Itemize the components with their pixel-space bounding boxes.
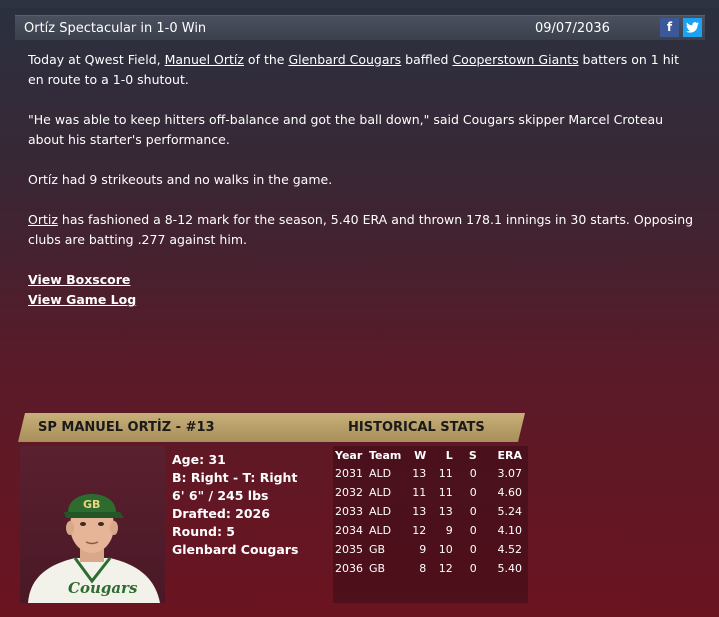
article-body: Today at Qwest Field, Manuel Ortíz of th… (28, 50, 698, 310)
historical-stats-table: Year Team W L S ERA 2031 ALD 13 11 0 3.0… (333, 446, 528, 603)
player-age: Age: 31 (172, 452, 226, 467)
twitter-icon[interactable] (683, 18, 702, 37)
player-link-2[interactable]: Ortiz (28, 212, 58, 227)
stats-header-row: Year Team W L S ERA (333, 446, 528, 464)
news-header: Ortíz Spectacular in 1-0 Win 09/07/2036 … (15, 15, 705, 40)
player-portrait-image: Cougars GB (28, 494, 160, 603)
stats-row: 2032 ALD 11 11 0 4.60 (335, 486, 522, 499)
player-team: Glenbard Cougars (172, 542, 299, 557)
facebook-icon[interactable]: f (660, 18, 679, 37)
stats-row: 2034 ALD 12 9 0 4.10 (335, 524, 522, 537)
player-drafted: Drafted: 2026 (172, 506, 270, 521)
team-link[interactable]: Glenbard Cougars (288, 52, 401, 67)
col-l: L (445, 448, 453, 462)
article-date: 09/07/2036 (535, 21, 610, 36)
stats-row: 2031 ALD 13 11 0 3.07 (335, 467, 522, 480)
player-height-weight: 6' 6" / 245 lbs (172, 488, 269, 503)
jersey-text: Cougars (68, 579, 138, 597)
stats-row: 2035 GB 9 10 0 4.52 (335, 543, 522, 556)
player-bats-throws: B: Right - T: Right (172, 470, 298, 485)
view-boxscore-link[interactable]: View Boxscore (28, 270, 698, 290)
col-w: W (414, 448, 427, 462)
player-card-header: SP MANUEL ORTİZ - #13 HISTORICAL STATS (18, 413, 525, 442)
paragraph-4: Ortiz has fashioned a 8-12 mark for the … (28, 212, 694, 247)
paragraph-2: "He was able to keep hitters off-balance… (28, 112, 664, 147)
col-s: S (468, 448, 477, 462)
paragraph-3: Ortíz had 9 strikeouts and no walks in t… (28, 172, 333, 187)
historical-stats-title: HISTORICAL STATS (348, 420, 485, 435)
article-links: View Boxscore View Game Log (28, 270, 698, 310)
stats-row: 2036 GB 8 12 0 5.40 (335, 562, 522, 575)
stats-row: 2033 ALD 13 13 0 5.24 (335, 505, 522, 518)
player-round: Round: 5 (172, 524, 236, 539)
cap-logo: GB (83, 498, 100, 511)
player-name-header: SP MANUEL ORTİZ - #13 (38, 420, 215, 435)
window-top-border (0, 0, 719, 8)
view-game-log-link[interactable]: View Game Log (28, 290, 698, 310)
headline: Ortíz Spectacular in 1-0 Win (24, 21, 207, 36)
col-team: Team (369, 448, 402, 462)
paragraph-1: Today at Qwest Field, Manuel Ortíz of th… (28, 52, 680, 87)
col-year: Year (335, 448, 363, 462)
player-link[interactable]: Manuel Ortíz (165, 52, 244, 67)
player-bio: Age: 31 B: Right - T: Right 6' 6" / 245 … (172, 451, 298, 559)
player-photo: Cougars GB (20, 446, 165, 603)
player-card: SP MANUEL ORTİZ - #13 HISTORICAL STATS C… (15, 413, 530, 613)
col-era: ERA (497, 448, 523, 462)
opponent-link[interactable]: Cooperstown Giants (452, 52, 578, 67)
